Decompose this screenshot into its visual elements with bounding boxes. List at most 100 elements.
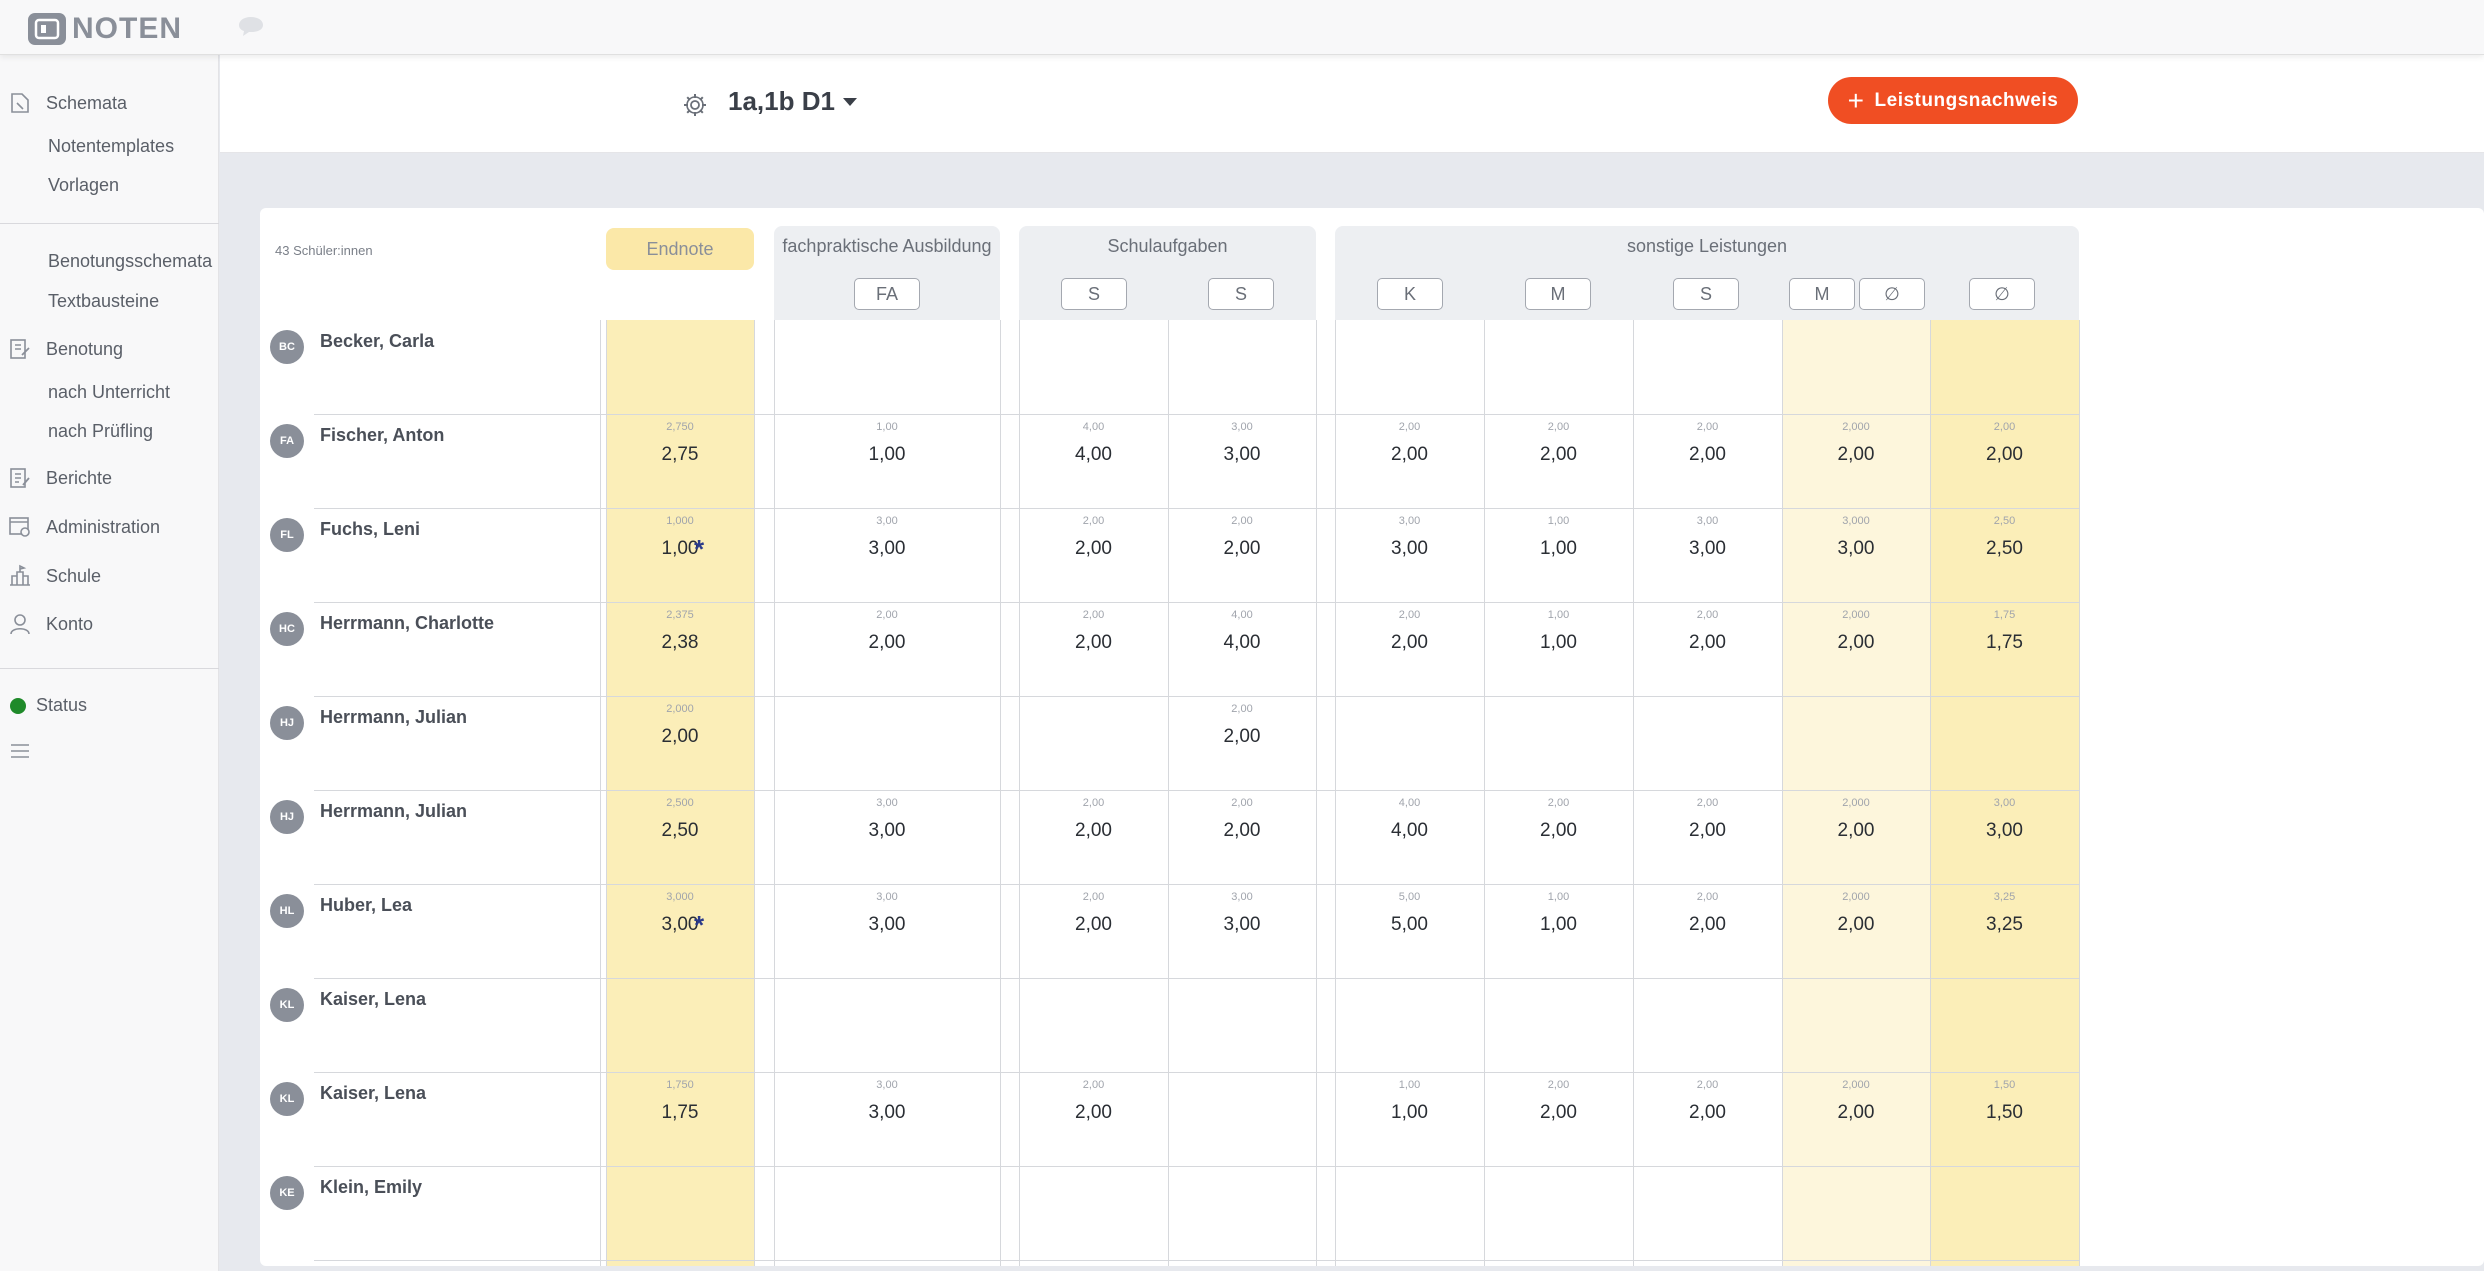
grade-cell[interactable] [1782, 978, 1930, 1072]
grade-cell[interactable] [1335, 696, 1484, 790]
endnote-cell[interactable]: 2,375 2,38 [606, 602, 754, 696]
grade-cell[interactable]: 3,00 3,00 [774, 884, 1000, 978]
chat-icon[interactable] [236, 14, 266, 43]
endnote-header[interactable]: Endnote [606, 228, 754, 270]
grade-cell[interactable]: 2,00 2,00 [1633, 602, 1782, 696]
grade-cell[interactable]: 4,00 4,00 [1168, 602, 1316, 696]
grade-cell[interactable] [1168, 978, 1316, 1072]
column-button-s[interactable]: S [1208, 278, 1274, 310]
endnote-cell[interactable]: 1,750 1,75 [606, 1072, 754, 1166]
column-button-s[interactable]: S [1673, 278, 1739, 310]
grade-cell[interactable] [1019, 1166, 1168, 1260]
column-button-m[interactable]: M [1525, 278, 1591, 310]
grade-cell[interactable] [1633, 978, 1782, 1072]
student-name[interactable]: Herrmann, Julian [320, 707, 467, 728]
grade-cell[interactable] [1930, 696, 2079, 790]
grade-cell[interactable]: 2,000 2,00 [1782, 414, 1930, 508]
sidebar-item-notentemplates[interactable]: Notentemplates [48, 136, 174, 157]
endnote-cell[interactable] [606, 320, 754, 414]
grade-cell[interactable]: 2,000 2,00 [1782, 1072, 1930, 1166]
grade-cell[interactable] [1168, 1072, 1316, 1166]
grade-cell[interactable]: 3,00 3,00 [774, 790, 1000, 884]
student-name[interactable]: Fischer, Anton [320, 425, 444, 446]
grade-cell[interactable]: 2,00 2,00 [1168, 790, 1316, 884]
student-name[interactable]: Fuchs, Leni [320, 519, 420, 540]
grade-cell[interactable] [1335, 978, 1484, 1072]
sidebar-item-nach-unterricht[interactable]: nach Unterricht [48, 382, 170, 403]
sidebar-item-schule[interactable]: Schule [0, 564, 101, 588]
grade-cell[interactable]: 3,00 3,00 [774, 1072, 1000, 1166]
grade-cell[interactable]: 2,50 2,50 [1930, 508, 2079, 602]
column-button-fa[interactable]: FA [854, 278, 920, 310]
add-leistungsnachweis-button[interactable]: + Leistungsnachweis [1828, 77, 2078, 124]
sidebar-item-nach-pruefling[interactable]: nach Prüfling [48, 421, 153, 442]
grade-cell[interactable]: 2,00 2,00 [1168, 508, 1316, 602]
grade-cell[interactable] [1019, 978, 1168, 1072]
student-name[interactable]: Klein, Emily [320, 1177, 422, 1198]
grade-cell[interactable] [1484, 696, 1633, 790]
grade-cell[interactable]: 2,00 2,00 [1168, 696, 1316, 790]
grade-cell[interactable]: 3,000 3,00 [1782, 508, 1930, 602]
grade-cell[interactable]: 4,00 4,00 [1335, 790, 1484, 884]
grade-cell[interactable] [1484, 320, 1633, 414]
grade-cell[interactable]: 2,00 2,00 [1484, 414, 1633, 508]
grade-cell[interactable]: 2,00 2,00 [1633, 790, 1782, 884]
grade-cell[interactable]: 2,00 2,00 [1633, 884, 1782, 978]
grade-cell[interactable] [1335, 1166, 1484, 1260]
grade-cell[interactable]: 4,00 4,00 [1019, 414, 1168, 508]
endnote-cell[interactable] [606, 978, 754, 1072]
grade-cell[interactable]: 5,00 5,00 [1335, 884, 1484, 978]
grade-cell[interactable] [774, 978, 1000, 1072]
grade-cell[interactable] [1633, 696, 1782, 790]
student-name[interactable]: Herrmann, Charlotte [320, 613, 494, 634]
endnote-cell[interactable]: 3,000 3,00 * [606, 884, 754, 978]
grade-cell[interactable]: 2,00 2,00 [1019, 602, 1168, 696]
grade-cell[interactable]: 2,000 2,00 [1782, 602, 1930, 696]
endnote-cell[interactable] [606, 1166, 754, 1260]
grade-cell[interactable] [1019, 320, 1168, 414]
grade-cell[interactable]: 2,00 2,00 [774, 602, 1000, 696]
grade-cell[interactable] [1782, 696, 1930, 790]
grade-cell[interactable] [1168, 1166, 1316, 1260]
grade-cell[interactable] [774, 696, 1000, 790]
grade-cell[interactable] [1930, 978, 2079, 1072]
grade-cell[interactable] [1633, 320, 1782, 414]
grade-cell[interactable]: 3,00 3,00 [1633, 508, 1782, 602]
sidebar-item-konto[interactable]: Konto [0, 612, 93, 636]
sidebar-item-textbausteine[interactable]: Textbausteine [48, 291, 159, 312]
grade-cell[interactable]: 1,00 1,00 [1484, 508, 1633, 602]
column-button-avg[interactable]: ∅ [1859, 278, 1925, 310]
grade-cell[interactable]: 2,00 2,00 [1019, 790, 1168, 884]
grade-cell[interactable]: 2,00 2,00 [1930, 414, 2079, 508]
endnote-cell[interactable]: 2,000 2,00 [606, 696, 754, 790]
grade-cell[interactable] [1782, 320, 1930, 414]
grade-cell[interactable]: 2,00 2,00 [1484, 790, 1633, 884]
grade-cell[interactable]: 3,25 3,25 [1930, 884, 2079, 978]
student-name[interactable]: Huber, Lea [320, 895, 412, 916]
student-name[interactable]: Herrmann, Julian [320, 801, 467, 822]
grade-cell[interactable]: 1,75 1,75 [1930, 602, 2079, 696]
column-button-s[interactable]: S [1061, 278, 1127, 310]
student-name[interactable]: Kaiser, Lena [320, 1083, 426, 1104]
grade-cell[interactable]: 1,00 1,00 [1484, 602, 1633, 696]
grade-cell[interactable]: 2,00 2,00 [1335, 602, 1484, 696]
endnote-cell[interactable]: 1,000 1,00 * [606, 508, 754, 602]
grade-cell[interactable]: 2,00 2,00 [1335, 414, 1484, 508]
sidebar-item-schemata[interactable]: Schemata [0, 91, 127, 115]
grade-cell[interactable] [1782, 1166, 1930, 1260]
menu-toggle[interactable] [0, 739, 46, 763]
student-name[interactable]: Becker, Carla [320, 331, 434, 352]
grade-cell[interactable] [1930, 320, 2079, 414]
grade-cell[interactable]: 1,00 1,00 [774, 414, 1000, 508]
grade-cell[interactable]: 2,000 2,00 [1782, 884, 1930, 978]
status-indicator[interactable]: Status [0, 695, 87, 716]
grade-cell[interactable] [1168, 320, 1316, 414]
class-selector[interactable]: 1a,1b D1 [728, 86, 857, 117]
sidebar-item-berichte[interactable]: Berichte [0, 466, 112, 490]
grade-cell[interactable]: 3,00 3,00 [1335, 508, 1484, 602]
grade-cell[interactable] [774, 1166, 1000, 1260]
grade-cell[interactable] [1484, 1166, 1633, 1260]
sidebar-item-vorlagen[interactable]: Vorlagen [48, 175, 119, 196]
grade-cell[interactable]: 2,00 2,00 [1019, 508, 1168, 602]
grade-cell[interactable] [774, 320, 1000, 414]
